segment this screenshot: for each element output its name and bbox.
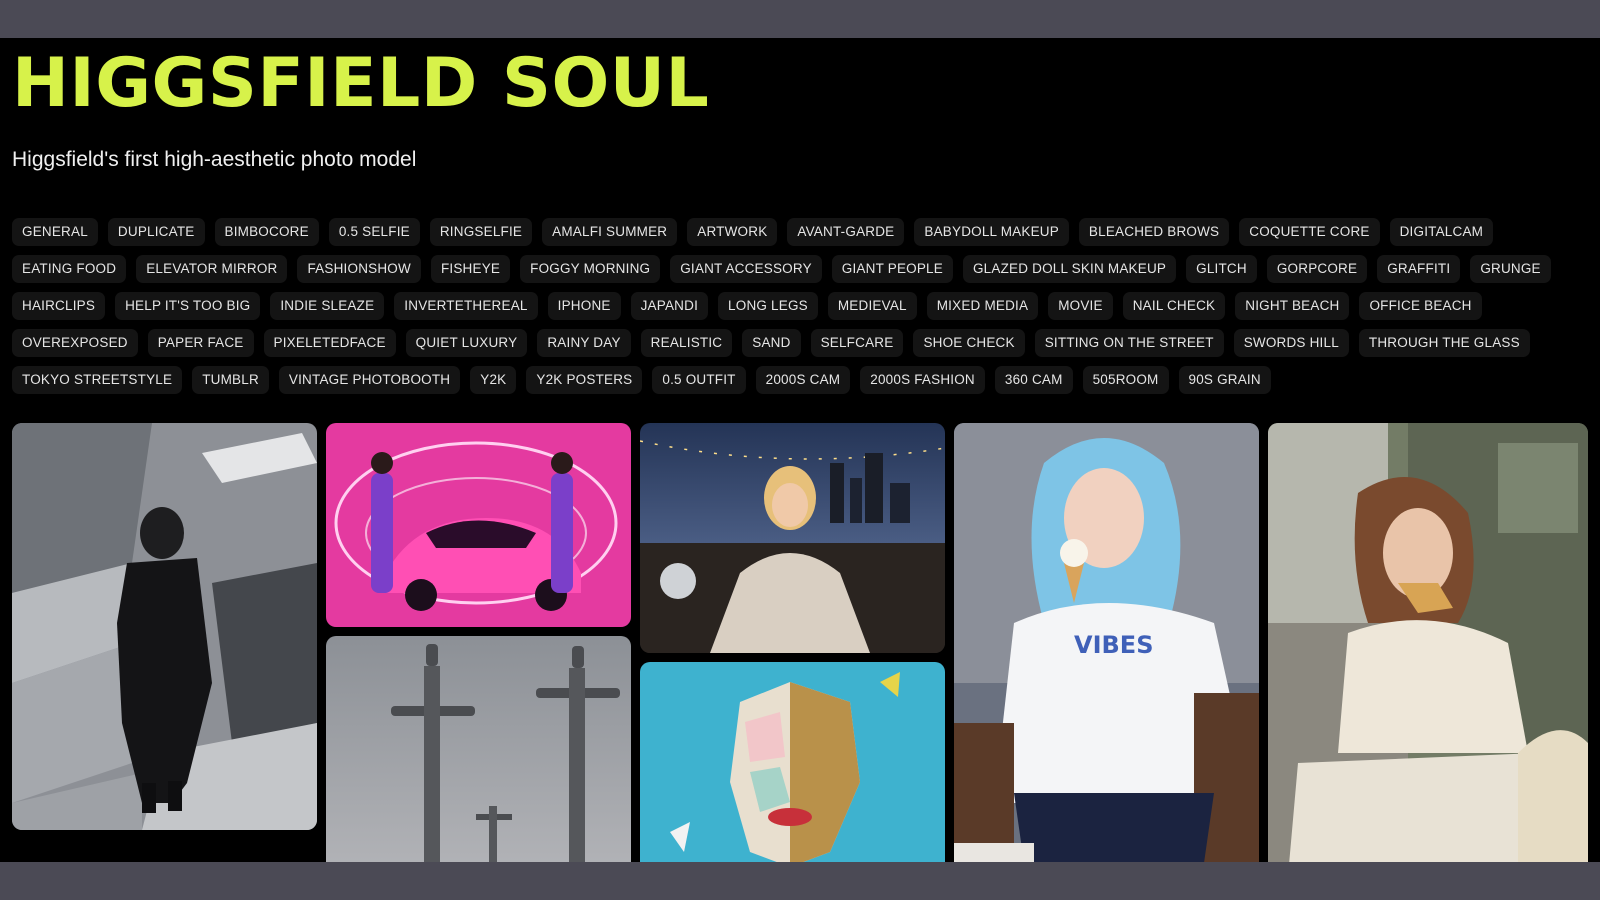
style-tag-indie-sleaze[interactable]: INDIE SLEAZE xyxy=(270,292,385,320)
style-tag-long-legs[interactable]: LONG LEGS xyxy=(718,292,818,320)
bottom-letterbox-bar xyxy=(0,862,1600,900)
style-tag-realistic[interactable]: REALISTIC xyxy=(640,329,733,357)
top-letterbox-bar xyxy=(0,0,1600,38)
style-tag-505room[interactable]: 505ROOM xyxy=(1082,366,1169,394)
style-tag-y2k-posters[interactable]: Y2K POSTERS xyxy=(526,366,643,394)
style-tag-glazed-doll-skin-makeup[interactable]: GLAZED DOLL SKIN MAKEUP xyxy=(962,255,1177,283)
page: HIGGSFIELD SOUL Higgsfield's first high-… xyxy=(0,38,1600,862)
style-tag-coquette-core[interactable]: COQUETTE CORE xyxy=(1239,218,1380,246)
style-tag-gorpcore[interactable]: GORPCORE xyxy=(1266,255,1368,283)
style-tag-digitalcam[interactable]: DIGITALCAM xyxy=(1389,218,1494,246)
pink-car-image xyxy=(326,423,631,627)
image-gallery: VIBES xyxy=(12,423,1600,862)
gallery-image-pink-car[interactable] xyxy=(326,423,631,627)
style-tag-mixed-media[interactable]: MIXED MEDIA xyxy=(926,292,1039,320)
style-tag-through-the-glass[interactable]: THROUGH THE GLASS xyxy=(1358,329,1530,357)
style-tag-0-5-outfit[interactable]: 0.5 OUTFIT xyxy=(652,366,746,394)
style-tag-help-it-s-too-big[interactable]: HELP IT'S TOO BIG xyxy=(115,292,261,320)
style-tag-bleached-brows[interactable]: BLEACHED BROWS xyxy=(1078,218,1230,246)
style-tag-fashionshow[interactable]: FASHIONSHOW xyxy=(297,255,421,283)
style-tag-quiet-luxury[interactable]: QUIET LUXURY xyxy=(405,329,528,357)
style-tag-2000s-fashion[interactable]: 2000S FASHION xyxy=(860,366,985,394)
style-tag-elevator-mirror[interactable]: ELEVATOR MIRROR xyxy=(136,255,288,283)
style-tag-selfcare[interactable]: SELFCARE xyxy=(810,329,904,357)
style-tag-office-beach[interactable]: OFFICE BEACH xyxy=(1359,292,1482,320)
blue-hair-icecream-image: VIBES xyxy=(954,423,1259,862)
style-tag-y2k[interactable]: Y2K xyxy=(470,366,517,394)
style-tag-overexposed[interactable]: OVEREXPOSED xyxy=(12,329,138,357)
style-tag-tokyo-streetstyle[interactable]: TOKYO STREETSTYLE xyxy=(12,366,183,394)
style-tag-360-cam[interactable]: 360 CAM xyxy=(994,366,1073,394)
style-tag-shoe-check[interactable]: SHOE CHECK xyxy=(913,329,1025,357)
style-tag-list: GENERAL DUPLICATE BIMBOCORE 0.5 SELFIE RINGS… xyxy=(12,218,1592,394)
gallery-image-blue-hair-icecream[interactable]: VIBES xyxy=(954,423,1259,862)
night-spaghetti-image xyxy=(640,423,945,653)
style-tag-sand[interactable]: SAND xyxy=(742,329,801,357)
style-tag-pixeletedface[interactable]: PIXELETEDFACE xyxy=(263,329,396,357)
style-tag-invertethereal[interactable]: INVERTETHEREAL xyxy=(394,292,538,320)
shirt-text: VIBES xyxy=(1074,631,1153,659)
style-tag-swords-hill[interactable]: SWORDS HILL xyxy=(1233,329,1349,357)
style-tag-iphone[interactable]: IPHONE xyxy=(547,292,621,320)
style-tag-nail-check[interactable]: NAIL CHECK xyxy=(1122,292,1226,320)
style-tag-bimbocore[interactable]: BIMBOCORE xyxy=(214,218,319,246)
style-tag-foggy-morning[interactable]: FOGGY MORNING xyxy=(520,255,661,283)
gallery-image-concrete-portrait[interactable] xyxy=(12,423,317,830)
style-tag-ringselfie[interactable]: RINGSELFIE xyxy=(429,218,533,246)
style-tag-2000s-cam[interactable]: 2000S CAM xyxy=(755,366,851,394)
paper-face-image xyxy=(640,662,945,862)
gallery-image-swords[interactable] xyxy=(326,636,631,862)
style-tag-avant-garde[interactable]: AVANT-GARDE xyxy=(787,218,905,246)
style-tag-graffiti[interactable]: GRAFFITI xyxy=(1377,255,1461,283)
page-title: HIGGSFIELD SOUL xyxy=(12,44,710,123)
style-tag-grunge[interactable]: GRUNGE xyxy=(1470,255,1551,283)
style-tag-medieval[interactable]: MEDIEVAL xyxy=(827,292,917,320)
style-tag-tumblr[interactable]: TUMBLR xyxy=(192,366,269,394)
style-tag-amalfi-summer[interactable]: AMALFI SUMMER xyxy=(542,218,678,246)
style-tag-90s-grain[interactable]: 90S GRAIN xyxy=(1178,366,1271,394)
swords-image xyxy=(326,636,631,862)
style-tag-night-beach[interactable]: NIGHT BEACH xyxy=(1235,292,1350,320)
style-tag-hairclips[interactable]: HAIRCLIPS xyxy=(12,292,106,320)
style-tag-vintage-photobooth[interactable]: VINTAGE PHOTOBOOTH xyxy=(278,366,461,394)
style-tag-duplicate[interactable]: DUPLICATE xyxy=(107,218,205,246)
style-tag-rainy-day[interactable]: RAINY DAY xyxy=(537,329,631,357)
page-subtitle: Higgsfield's first high-aesthetic photo … xyxy=(12,148,417,171)
style-tag-babydoll-makeup[interactable]: BABYDOLL MAKEUP xyxy=(914,218,1069,246)
style-tag-0-5-selfie[interactable]: 0.5 SELFIE xyxy=(328,218,420,246)
style-tag-paper-face[interactable]: PAPER FACE xyxy=(147,329,254,357)
croissant-street-image xyxy=(1268,423,1588,862)
style-tag-eating-food[interactable]: EATING FOOD xyxy=(12,255,127,283)
style-tag-sitting-on-the-street[interactable]: SITTING ON THE STREET xyxy=(1034,329,1224,357)
style-tag-glitch[interactable]: GLITCH xyxy=(1186,255,1257,283)
gallery-image-night-spaghetti[interactable] xyxy=(640,423,945,653)
gallery-image-croissant-street[interactable] xyxy=(1268,423,1588,862)
style-tag-japandi[interactable]: JAPANDI xyxy=(630,292,709,320)
style-tag-general[interactable]: GENERAL xyxy=(12,218,98,246)
style-tag-movie[interactable]: MOVIE xyxy=(1048,292,1113,320)
gallery-image-paper-face[interactable] xyxy=(640,662,945,862)
concrete-portrait-image xyxy=(12,423,317,830)
style-tag-artwork[interactable]: ARTWORK xyxy=(687,218,778,246)
style-tag-giant-people[interactable]: GIANT PEOPLE xyxy=(831,255,953,283)
style-tag-giant-accessory[interactable]: GIANT ACCESSORY xyxy=(670,255,822,283)
style-tag-fisheye[interactable]: FISHEYE xyxy=(430,255,511,283)
